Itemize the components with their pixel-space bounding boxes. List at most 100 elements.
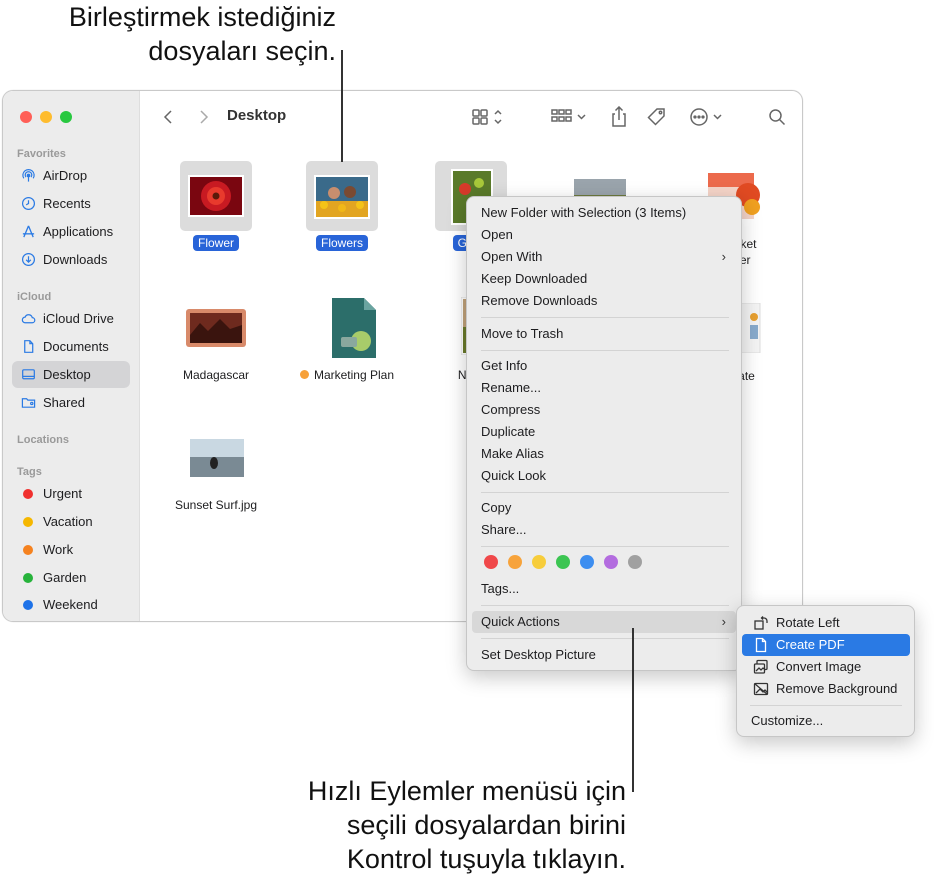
sidebar-tag-garden[interactable]: Garden — [12, 564, 130, 591]
quick-action-customize[interactable]: Customize... — [742, 710, 910, 732]
quick-action-label: Remove Background — [776, 681, 898, 696]
callout-top-line2: dosyaları seçin. — [148, 36, 336, 66]
applications-icon — [19, 224, 37, 240]
menu-copy[interactable]: Copy — [472, 497, 736, 519]
quick-action-convert-image[interactable]: Convert Image — [742, 656, 910, 678]
menu-separator — [481, 605, 729, 606]
sidebar-section-tags: Tags — [17, 466, 42, 478]
callout-top: Birleştirmek istediğiniz dosyaları seçin… — [20, 0, 336, 68]
tag-color-orange[interactable] — [508, 555, 522, 569]
tag-dot — [23, 516, 33, 527]
close-button[interactable] — [20, 111, 32, 123]
file-thumbnail — [180, 423, 252, 493]
menu-separator — [481, 638, 729, 639]
tag-color-purple[interactable] — [604, 555, 618, 569]
sidebar-item-airdrop[interactable]: AirDrop — [12, 162, 130, 189]
menu-separator — [481, 492, 729, 493]
tag-color-red[interactable] — [484, 555, 498, 569]
ellipsis-circle-icon — [690, 108, 722, 126]
callout-bottom-line1: Hızlı Eylemler menüsü için — [307, 776, 626, 806]
callout-bottom-line3: Kontrol tuşuyla tıklayın. — [346, 844, 626, 874]
menu-rename[interactable]: Rename... — [472, 377, 736, 399]
file-thumbnail — [306, 161, 378, 231]
sidebar-item-label: Applications — [43, 224, 114, 239]
menu-quick-look[interactable]: Quick Look — [472, 465, 736, 487]
callout-bottom-leader — [632, 628, 634, 792]
menu-duplicate[interactable]: Duplicate — [472, 421, 736, 443]
file-name: Sunset Surf.jpg — [174, 498, 258, 512]
file-thumbnail — [431, 293, 491, 363]
sidebar-item-desktop[interactable]: Desktop — [12, 361, 130, 388]
sidebar-tag-work[interactable]: Work — [12, 536, 130, 563]
menu-move-to-trash[interactable]: Move to Trash — [472, 323, 736, 345]
sidebar-item-icloud-drive[interactable]: iCloud Drive — [12, 305, 130, 332]
rotate-left-icon — [754, 616, 768, 630]
sidebar-section-favorites: Favorites — [17, 148, 66, 160]
file-name-text: Marketing Plan — [313, 368, 395, 382]
tag-color-blue[interactable] — [580, 555, 594, 569]
forward-button[interactable] — [195, 106, 213, 128]
quick-action-rotate-left[interactable]: Rotate Left — [742, 612, 910, 634]
sidebar-item-recents[interactable]: Recents — [12, 190, 130, 217]
sidebar-item-label: Garden — [43, 570, 87, 585]
sidebar-tag-weekend[interactable]: Weekend — [12, 591, 130, 618]
menu-compress[interactable]: Compress — [472, 399, 736, 421]
zoom-button[interactable] — [60, 111, 72, 123]
menu-open[interactable]: Open — [472, 224, 736, 246]
menu-quick-actions[interactable]: Quick Actions › — [472, 611, 736, 633]
sidebar: Favorites AirDrop Recents Applications D… — [3, 91, 140, 621]
tag-color-gray[interactable] — [628, 555, 642, 569]
clock-icon — [19, 196, 37, 212]
tag-color-yellow[interactable] — [532, 555, 546, 569]
sidebar-item-label: Vacation — [43, 514, 93, 529]
tag-dot — [23, 488, 33, 499]
group-by-button[interactable] — [551, 106, 589, 128]
stage: Birleştirmek istediğiniz dosyaları seçin… — [0, 0, 934, 875]
sidebar-tag-urgent[interactable]: Urgent — [12, 480, 130, 507]
back-button[interactable] — [159, 106, 177, 128]
file-name: Flowers — [315, 235, 368, 251]
sidebar-item-downloads[interactable]: Downloads — [12, 246, 130, 273]
menu-remove-downloads[interactable]: Remove Downloads — [472, 290, 736, 312]
file-item-sunset-surf[interactable]: Sunset Surf.jpg — [161, 423, 271, 514]
quick-action-create-pdf[interactable]: Create PDF — [742, 634, 910, 656]
tag-dot — [23, 599, 33, 610]
view-mode-button[interactable] — [471, 106, 507, 128]
tag-icon — [647, 108, 665, 126]
document-icon — [19, 339, 37, 355]
share-icon — [612, 106, 626, 127]
menu-separator — [481, 350, 729, 351]
convert-image-icon — [753, 659, 768, 674]
shared-folder-icon — [19, 395, 37, 411]
menu-get-info[interactable]: Get Info — [472, 355, 736, 377]
file-name: Marketing Plan — [295, 367, 399, 383]
menu-item-label: Quick Actions — [481, 614, 560, 629]
menu-make-alias[interactable]: Make Alias — [472, 443, 736, 465]
group-icon — [551, 109, 586, 122]
file-item-flower[interactable]: Flower — [161, 161, 271, 252]
file-item-marketing-plan[interactable]: Marketing Plan — [287, 293, 407, 384]
file-item-madagascar[interactable]: Madagascar — [161, 293, 271, 384]
minimize-button[interactable] — [40, 111, 52, 123]
menu-set-desktop-picture[interactable]: Set Desktop Picture — [472, 644, 736, 666]
sidebar-item-documents[interactable]: Documents — [12, 333, 130, 360]
sidebar-item-applications[interactable]: Applications — [12, 218, 130, 245]
menu-tag-colors — [484, 555, 642, 569]
menu-share[interactable]: Share... — [472, 519, 736, 541]
tag-color-green[interactable] — [556, 555, 570, 569]
menu-tags[interactable]: Tags... — [472, 578, 736, 600]
share-button[interactable] — [609, 106, 629, 128]
tag-dot — [23, 572, 33, 583]
file-item-flowers[interactable]: Flowers — [287, 161, 397, 252]
menu-keep-downloaded[interactable]: Keep Downloaded — [472, 268, 736, 290]
menu-new-folder-with-selection[interactable]: New Folder with Selection (3 Items) — [472, 202, 736, 224]
sidebar-tag-vacation[interactable]: Vacation — [12, 508, 130, 535]
callout-bottom-line2: seçili dosyalardan birini — [346, 810, 626, 840]
menu-open-with[interactable]: Open With › — [472, 246, 736, 268]
sidebar-item-shared[interactable]: Shared — [12, 389, 130, 416]
quick-action-remove-background[interactable]: Remove Background — [742, 678, 910, 700]
tags-button[interactable] — [646, 106, 668, 128]
more-actions-button[interactable] — [689, 106, 725, 128]
file-thumbnail — [180, 161, 252, 231]
search-button[interactable] — [766, 106, 788, 128]
